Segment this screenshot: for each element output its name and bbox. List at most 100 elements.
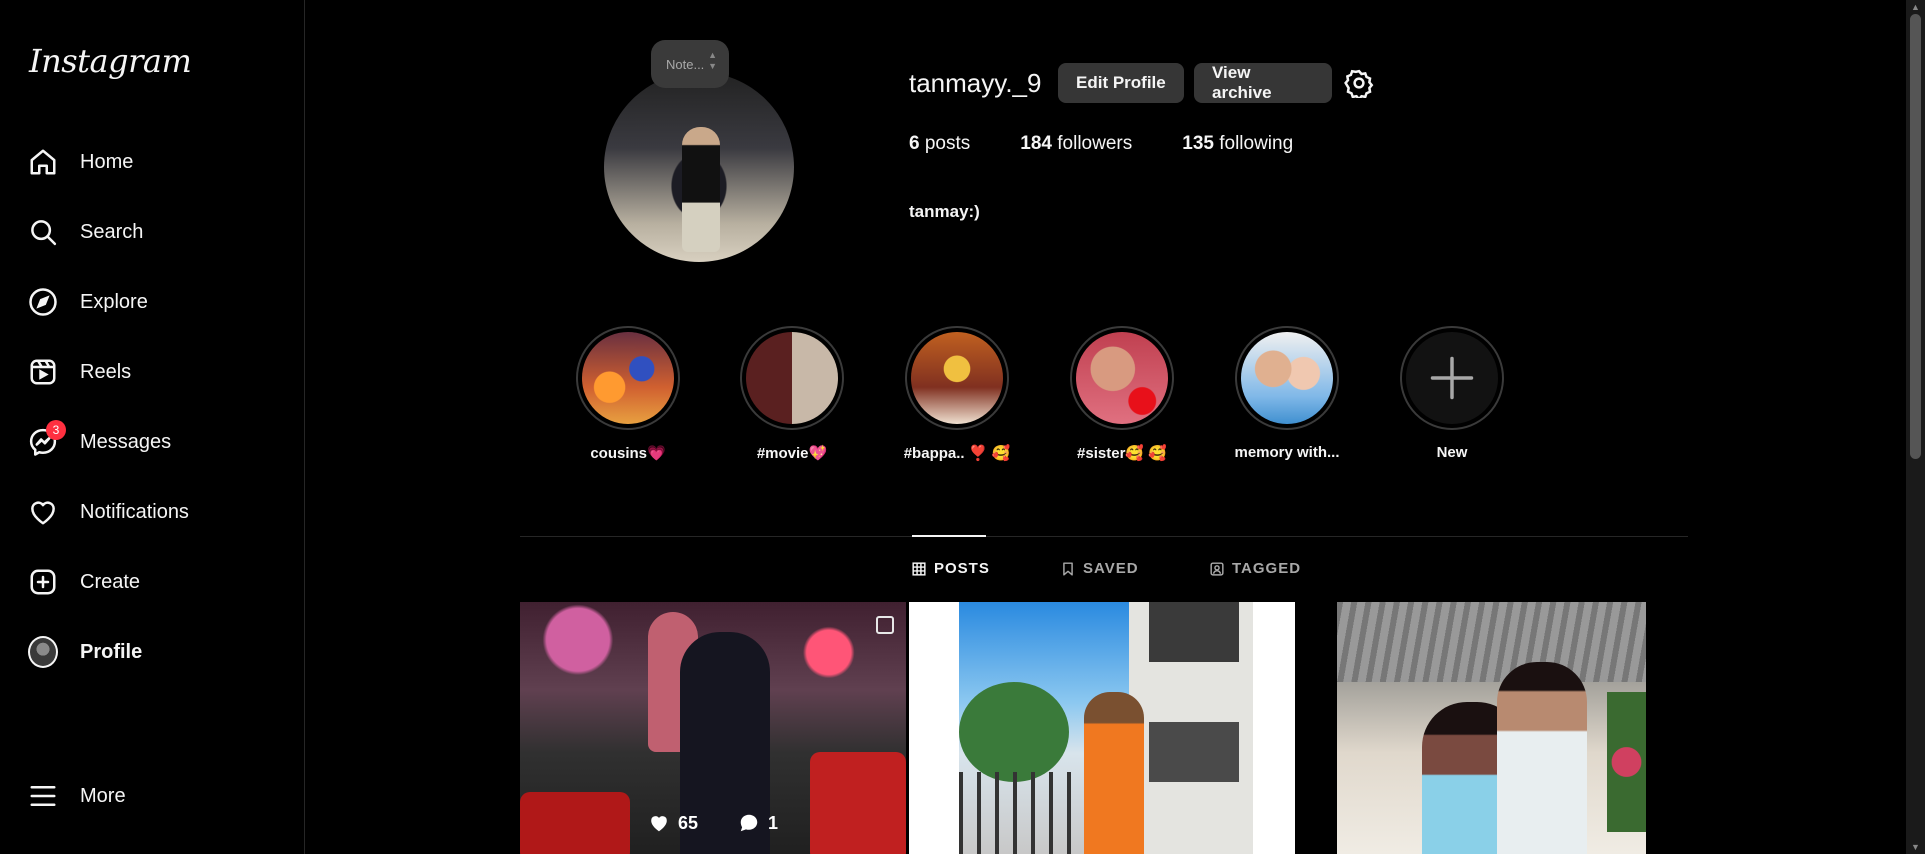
scroll-down-icon[interactable]: ▼ xyxy=(1910,842,1921,852)
note-spinner-icon: ▲ ▼ xyxy=(708,50,717,71)
likes-count: 65 xyxy=(677,812,698,833)
followers-stat[interactable]: 184 followers xyxy=(1020,133,1132,155)
posts-label: posts xyxy=(924,133,971,154)
comments-stat: 1 xyxy=(738,812,778,834)
highlight-ring xyxy=(905,326,1009,430)
sidebar-item-messages[interactable]: 3 Messages xyxy=(14,414,289,470)
likes-stat: 65 xyxy=(648,812,698,834)
following-label: following xyxy=(1219,133,1294,154)
scrollbar-thumb[interactable] xyxy=(1910,14,1921,459)
messenger-icon: 3 xyxy=(28,420,66,457)
sidebar-item-label: Create xyxy=(80,570,141,593)
posts-stat: 6 posts xyxy=(909,133,970,155)
hamburger-menu-icon xyxy=(28,781,58,811)
instagram-app: Instagram Home Search Explore Reels 3 Me… xyxy=(0,0,1925,854)
sidebar-item-label: Explore xyxy=(80,290,148,313)
note-bubble[interactable]: Note... ▲ ▼ xyxy=(651,40,729,88)
post-photo-shape xyxy=(1497,662,1587,854)
post-thumbnail[interactable] xyxy=(1337,602,1646,854)
tabs-divider xyxy=(520,536,1688,537)
following-count: 135 xyxy=(1182,133,1214,154)
sidebar-item-create[interactable]: Create xyxy=(14,554,289,610)
following-stat[interactable]: 135 following xyxy=(1182,133,1293,155)
post-photo-shape xyxy=(1084,692,1144,854)
highlight-thumbnail xyxy=(746,332,838,424)
sidebar-item-notifications[interactable]: Notifications xyxy=(14,484,289,540)
highlight-label: cousins💗 xyxy=(590,445,666,462)
compass-icon xyxy=(28,287,58,317)
tab-label: SAVED xyxy=(1083,560,1139,577)
unread-badge: 3 xyxy=(46,420,66,440)
tab-posts[interactable]: POSTS xyxy=(912,560,990,577)
highlight-item[interactable]: #sister🥰 🥰 xyxy=(1062,326,1182,462)
post-photo-shape xyxy=(1337,602,1646,682)
highlight-item[interactable]: cousins💗 xyxy=(568,326,688,462)
tab-saved[interactable]: SAVED xyxy=(1061,560,1139,577)
avatar xyxy=(28,636,58,668)
sidebar-item-more[interactable]: More xyxy=(14,768,289,824)
instagram-logo[interactable]: Instagram xyxy=(29,42,192,80)
highlight-thumbnail xyxy=(1406,332,1498,424)
highlight-label: #bappa.. ❣️ 🥰 xyxy=(903,445,1011,462)
post-photo xyxy=(959,602,1253,854)
comment-filled-icon xyxy=(740,814,758,832)
home-icon xyxy=(28,147,58,177)
highlight-ring xyxy=(1235,326,1339,430)
search-icon xyxy=(28,217,58,247)
settings-gear-icon[interactable] xyxy=(1344,68,1374,102)
sidebar-item-explore[interactable]: Explore xyxy=(14,274,289,330)
profile-bio: tanmay:) xyxy=(909,202,980,221)
active-tab-indicator xyxy=(912,535,986,537)
view-archive-button[interactable]: View archive xyxy=(1194,63,1332,103)
highlight-thumbnail xyxy=(582,332,674,424)
followers-count: 184 xyxy=(1020,133,1052,154)
page-scrollbar[interactable]: ▲ ▼ xyxy=(1906,0,1925,854)
edit-profile-button[interactable]: Edit Profile xyxy=(1058,63,1184,103)
highlight-thumbnail xyxy=(1076,332,1168,424)
highlight-new[interactable]: New xyxy=(1392,326,1512,461)
comments-count: 1 xyxy=(768,812,779,833)
highlight-item[interactable]: #bappa.. ❣️ 🥰 xyxy=(897,326,1017,462)
profile-picture[interactable] xyxy=(604,72,794,262)
profile-main: Note... ▲ ▼ tanmayy._9 Edit Profile View … xyxy=(306,0,1906,854)
tab-label: POSTS xyxy=(934,560,990,577)
sidebar-item-label: Profile xyxy=(80,640,143,663)
highlight-label: #sister🥰 🥰 xyxy=(1077,445,1167,462)
followers-label: followers xyxy=(1057,133,1133,154)
post-photo-shape xyxy=(1607,692,1646,832)
sidebar-item-profile[interactable]: Profile xyxy=(14,624,289,680)
sidebar-item-search[interactable]: Search xyxy=(14,204,289,260)
post-photo-shape xyxy=(959,682,1069,782)
note-placeholder: Note... xyxy=(666,56,705,72)
post-thumbnail[interactable]: 65 1 xyxy=(520,602,906,854)
sidebar-item-label: Messages xyxy=(80,430,172,453)
sidebar-item-label: Reels xyxy=(80,360,132,383)
sidebar-item-label: Home xyxy=(80,150,134,173)
highlight-thumbnail xyxy=(1241,332,1333,424)
sidebar-item-reels[interactable]: Reels xyxy=(14,344,289,400)
tab-tagged[interactable]: TAGGED xyxy=(1210,560,1301,577)
highlight-ring xyxy=(1070,326,1174,430)
highlight-item[interactable]: memory with... xyxy=(1227,326,1347,461)
posts-count: 6 xyxy=(909,133,920,154)
post-photo-shape xyxy=(1149,602,1239,662)
sidebar: Instagram Home Search Explore Reels 3 Me… xyxy=(0,0,305,854)
post-thumbnail[interactable] xyxy=(909,602,1295,854)
sidebar-item-label: More xyxy=(80,784,126,807)
profile-stats: 6 posts 184 followers 135 following xyxy=(909,133,1293,155)
scroll-up-icon[interactable]: ▲ xyxy=(1910,2,1921,12)
tag-user-icon xyxy=(1210,561,1224,576)
reels-icon xyxy=(28,357,58,387)
tab-label: TAGGED xyxy=(1232,560,1302,577)
profile-avatar-small xyxy=(28,636,58,668)
sidebar-item-home[interactable]: Home xyxy=(14,134,289,190)
post-hover-overlay: 65 1 xyxy=(520,602,906,854)
grid-icon xyxy=(912,561,926,576)
highlight-ring xyxy=(576,326,680,430)
post-photo-shape xyxy=(1149,722,1239,782)
highlight-ring xyxy=(1400,326,1504,430)
highlight-item[interactable]: #movie💖 xyxy=(732,326,852,462)
highlight-label: New xyxy=(1436,444,1468,461)
highlight-thumbnail xyxy=(911,332,1003,424)
highlight-ring xyxy=(740,326,844,430)
